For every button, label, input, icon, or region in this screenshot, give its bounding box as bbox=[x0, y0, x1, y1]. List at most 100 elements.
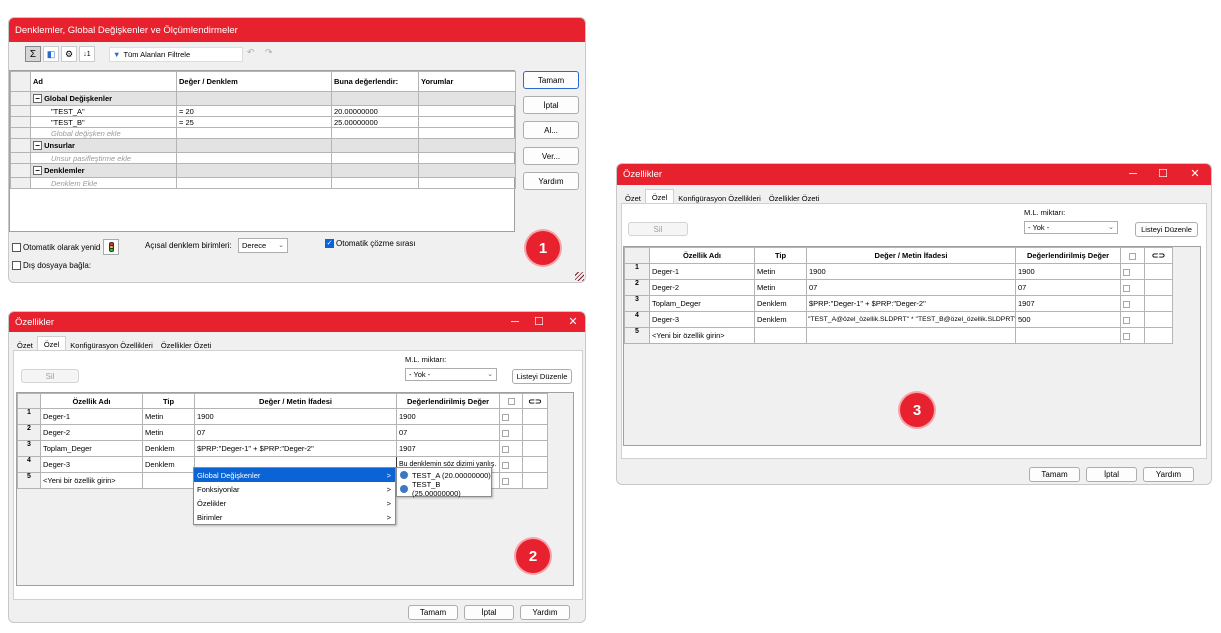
collapse-icon[interactable]: − bbox=[33, 166, 42, 175]
row-checkbox[interactable] bbox=[1120, 311, 1145, 328]
help-button[interactable]: Yardım bbox=[520, 605, 570, 620]
prop-expr[interactable]: 1900 bbox=[806, 263, 1016, 280]
maximize-icon[interactable]: ☐ bbox=[527, 312, 551, 332]
prop-type[interactable]: Metin bbox=[754, 263, 807, 280]
auto-solve-option[interactable]: ✓ Otomatik çözme sırası bbox=[325, 239, 416, 248]
menu-item-global-vars[interactable]: Global Değişkenler > bbox=[194, 468, 395, 482]
row-checkbox[interactable] bbox=[499, 472, 523, 489]
table-row[interactable]: 2 Deger-2 Metin 07 07 bbox=[17, 424, 548, 441]
import-button[interactable]: Al... bbox=[523, 121, 579, 139]
traffic-light-icon[interactable] bbox=[103, 239, 120, 255]
ok-button[interactable]: Tamam bbox=[523, 71, 579, 89]
redo-icon[interactable]: ↷ bbox=[265, 47, 273, 58]
var-value[interactable]: = 20 bbox=[176, 105, 332, 117]
table-row[interactable]: 5 <Yeni bir özellik girin> bbox=[624, 327, 1173, 344]
row-checkbox[interactable] bbox=[1120, 327, 1145, 344]
filter-field[interactable]: ▼ Tüm Alanları Filtrele bbox=[109, 47, 243, 62]
row-checkbox[interactable] bbox=[1120, 279, 1145, 296]
section-globals[interactable]: − Global Değişkenler bbox=[10, 91, 516, 106]
prop-expr[interactable]: "TEST_A@özel_özellik.SLDPRT" * "TEST_B@ö… bbox=[806, 311, 1016, 328]
header-checkbox[interactable] bbox=[1120, 247, 1145, 264]
add-equation-row[interactable]: Denklem Ekle bbox=[10, 177, 516, 189]
help-button[interactable]: Yardım bbox=[523, 172, 579, 190]
link-external-checkbox[interactable] bbox=[12, 261, 21, 270]
var-name[interactable]: "TEST_A" bbox=[30, 105, 177, 117]
delete-button[interactable]: Sil bbox=[21, 369, 79, 383]
link-icon[interactable]: ⊂⊃ bbox=[522, 393, 548, 409]
row-checkbox[interactable] bbox=[499, 456, 523, 473]
table-row[interactable]: 1 Deger-1 Metin 1900 1900 bbox=[624, 263, 1173, 280]
var-comment[interactable] bbox=[418, 116, 516, 128]
table-row[interactable]: 1 Deger-1 Metin 1900 1900 bbox=[17, 408, 548, 425]
ok-button[interactable]: Tamam bbox=[408, 605, 458, 620]
new-prop-placeholder[interactable]: <Yeni bir özellik girin> bbox=[649, 327, 755, 344]
prop-name[interactable]: Deger-1 bbox=[649, 263, 755, 280]
prop-type[interactable]: Metin bbox=[754, 279, 807, 296]
undo-icon[interactable]: ↶ bbox=[247, 47, 255, 58]
prop-type[interactable] bbox=[142, 472, 195, 489]
prop-type[interactable] bbox=[754, 327, 807, 344]
row-checkbox[interactable] bbox=[499, 408, 523, 425]
cancel-button[interactable]: İptal bbox=[464, 605, 514, 620]
add-feature-placeholder[interactable]: Unsur pasifleştirme ekle bbox=[30, 152, 177, 164]
prop-expr[interactable]: 1900 bbox=[194, 408, 397, 425]
section-equations[interactable]: − Denklemler bbox=[10, 163, 516, 178]
edit-list-button[interactable]: Listeyi Düzenle bbox=[1135, 222, 1198, 237]
prop-name[interactable]: Deger-3 bbox=[649, 311, 755, 328]
table-row[interactable]: "TEST_A" = 20 20.00000000 bbox=[10, 105, 516, 117]
section-features[interactable]: − Unsurlar bbox=[10, 138, 516, 153]
prop-type[interactable]: Metin bbox=[142, 424, 195, 441]
delete-button[interactable]: Sil bbox=[628, 222, 688, 236]
bom-select[interactable]: - Yok - ⌄ bbox=[405, 368, 497, 381]
menu-item-functions[interactable]: Fonksiyonlar > bbox=[194, 482, 395, 496]
maximize-icon[interactable]: ☐ bbox=[1151, 164, 1175, 185]
row-checkbox[interactable] bbox=[1120, 263, 1145, 280]
var-name[interactable]: "TEST_B" bbox=[30, 116, 177, 128]
table-row[interactable]: 3 Toplam_Deger Denklem $PRP:"Deger-1" + … bbox=[17, 440, 548, 457]
prop-expr[interactable] bbox=[806, 327, 1016, 344]
table-row[interactable]: 3 Toplam_Deger Denklem $PRP:"Deger-1" + … bbox=[624, 295, 1173, 312]
prop-name[interactable]: Deger-2 bbox=[40, 424, 143, 441]
collapse-icon[interactable]: − bbox=[33, 141, 42, 150]
ok-button[interactable]: Tamam bbox=[1029, 467, 1080, 482]
ordering-icon[interactable]: ⚙ bbox=[61, 46, 77, 62]
submenu-item-test-b[interactable]: TEST_B (25.00000000) bbox=[397, 480, 491, 498]
link-external-option[interactable]: Dış dosyaya bağla: bbox=[12, 261, 91, 270]
sort-icon[interactable]: ↓1 bbox=[79, 46, 95, 62]
sigma-icon[interactable]: Σ bbox=[25, 46, 41, 62]
new-prop-placeholder[interactable]: <Yeni bir özellik girin> bbox=[40, 472, 143, 489]
prop-expr[interactable]: 07 bbox=[194, 424, 397, 441]
auto-rebuild-checkbox[interactable] bbox=[12, 242, 21, 252]
resize-grip[interactable] bbox=[575, 272, 584, 281]
view-icon[interactable]: ◧ bbox=[43, 46, 59, 62]
link-icon[interactable]: ⊂⊃ bbox=[1144, 247, 1173, 264]
menu-item-units[interactable]: Birimler > bbox=[194, 510, 395, 524]
prop-type[interactable]: Denklem bbox=[142, 440, 195, 457]
var-comment[interactable] bbox=[418, 105, 516, 117]
cancel-button[interactable]: İptal bbox=[523, 96, 579, 114]
row-checkbox[interactable] bbox=[1120, 295, 1145, 312]
close-icon[interactable]: ✕ bbox=[1183, 164, 1207, 185]
row-checkbox[interactable] bbox=[499, 424, 523, 441]
menu-item-properties[interactable]: Özelikler > bbox=[194, 496, 395, 510]
bom-select[interactable]: - Yok - ⌄ bbox=[1024, 221, 1118, 234]
prop-type[interactable]: Denklem bbox=[754, 311, 807, 328]
edit-list-button[interactable]: Listeyi Düzenle bbox=[512, 369, 572, 384]
prop-type[interactable]: Metin bbox=[142, 408, 195, 425]
add-global-placeholder[interactable]: Global değişken ekle bbox=[30, 127, 177, 139]
var-value[interactable]: = 25 bbox=[176, 116, 332, 128]
minimize-icon[interactable]: ─ bbox=[1121, 164, 1145, 185]
add-feature-row[interactable]: Unsur pasifleştirme ekle bbox=[10, 152, 516, 164]
prop-name[interactable]: Deger-1 bbox=[40, 408, 143, 425]
angular-units-select[interactable]: Derece ⌄ bbox=[238, 238, 288, 253]
auto-solve-checkbox[interactable]: ✓ bbox=[325, 239, 334, 248]
prop-expr[interactable]: 07 bbox=[806, 279, 1016, 296]
cancel-button[interactable]: İptal bbox=[1086, 467, 1137, 482]
auto-rebuild-option[interactable]: Otomatik olarak yenid bbox=[12, 239, 120, 255]
row-checkbox[interactable] bbox=[499, 440, 523, 457]
prop-type[interactable]: Denklem bbox=[754, 295, 807, 312]
prop-name[interactable]: Toplam_Deger bbox=[649, 295, 755, 312]
prop-name[interactable]: Deger-2 bbox=[649, 279, 755, 296]
header-checkbox[interactable] bbox=[499, 393, 523, 409]
export-button[interactable]: Ver... bbox=[523, 147, 579, 165]
